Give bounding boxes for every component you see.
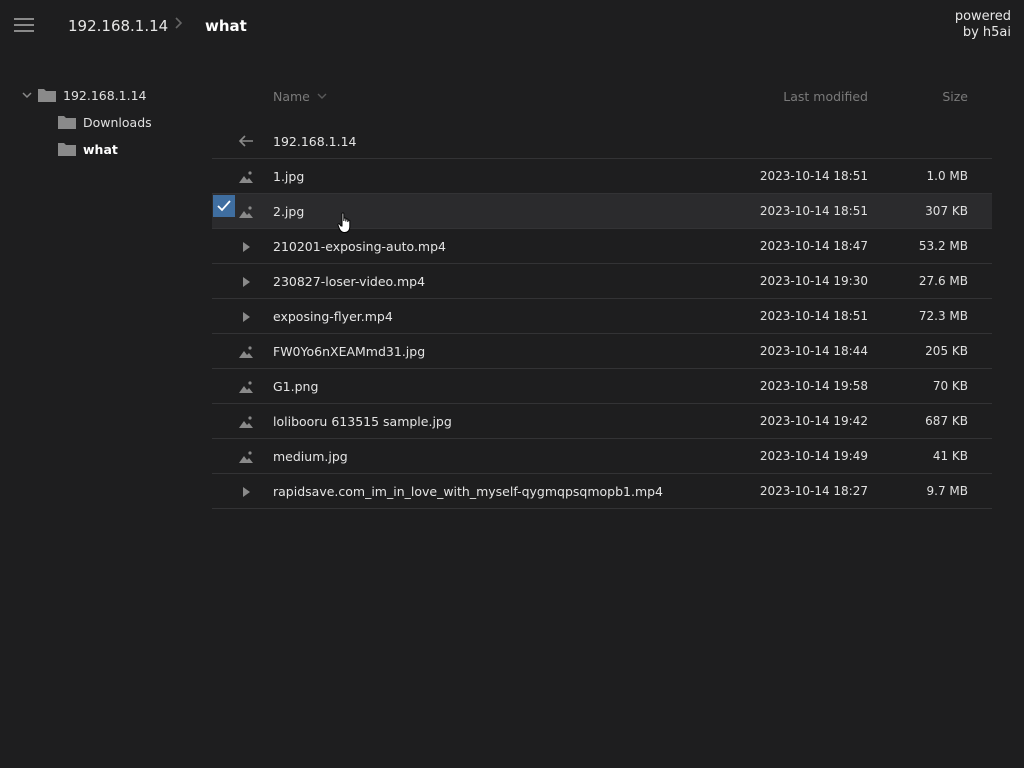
file-modified: 2023-10-14 18:51 bbox=[759, 309, 868, 323]
file-size: 27.6 MB bbox=[918, 274, 968, 288]
tree-item-label: 192.168.1.14 bbox=[63, 87, 147, 103]
file-size: 307 KB bbox=[925, 204, 968, 218]
file-modified: 2023-10-14 18:51 bbox=[759, 169, 868, 183]
tree-item-label: Downloads bbox=[83, 114, 152, 130]
file-name: 1.jpg bbox=[273, 169, 305, 184]
listing-header: Name Last modified Size bbox=[212, 84, 992, 108]
file-modified: 2023-10-14 18:47 bbox=[759, 239, 868, 253]
file-row[interactable]: lolibooru 613515 sample.jpg 2023-10-14 19… bbox=[212, 404, 992, 439]
image-icon bbox=[238, 344, 254, 358]
image-icon bbox=[238, 414, 254, 428]
file-modified: 2023-10-14 18:27 bbox=[759, 484, 868, 498]
hamburger-menu-icon[interactable] bbox=[14, 17, 34, 33]
arrow-left-icon bbox=[238, 135, 253, 147]
chevron-right-icon bbox=[174, 16, 184, 34]
file-row[interactable]: 2.jpg 2023-10-14 18:51 307 KB bbox=[212, 194, 992, 229]
file-name: exposing-flyer.mp4 bbox=[273, 309, 393, 324]
file-row[interactable]: 1.jpg 2023-10-14 18:51 1.0 MB bbox=[212, 159, 992, 194]
play-icon bbox=[238, 274, 254, 288]
file-size: 687 KB bbox=[925, 414, 968, 428]
file-modified: 2023-10-14 19:30 bbox=[759, 274, 868, 288]
folder-icon bbox=[58, 143, 76, 156]
file-modified: 2023-10-14 18:44 bbox=[759, 344, 868, 358]
file-name: lolibooru 613515 sample.jpg bbox=[273, 414, 452, 429]
mouse-hand-cursor-icon bbox=[337, 212, 353, 234]
powered-line-2: by h5ai bbox=[962, 25, 1011, 40]
file-name: rapidsave.com_im_in_love_with_myself-qyg… bbox=[273, 484, 664, 499]
powered-by-link[interactable]: powered by h5ai bbox=[955, 9, 1011, 41]
selected-checkmark-icon[interactable] bbox=[213, 195, 235, 217]
sort-chevron-down-icon[interactable] bbox=[317, 88, 327, 103]
column-header-modified[interactable]: Last modified bbox=[783, 89, 868, 104]
tree-item-what[interactable]: what bbox=[58, 138, 118, 160]
file-modified: 2023-10-14 18:51 bbox=[759, 204, 868, 218]
tree-item-label: what bbox=[83, 141, 118, 157]
file-size: 72.3 MB bbox=[918, 309, 968, 323]
play-icon bbox=[238, 484, 254, 498]
file-row[interactable]: 210201-exposing-auto.mp4 2023-10-14 18:47… bbox=[212, 229, 992, 264]
file-size: 53.2 MB bbox=[918, 239, 968, 253]
file-size: 1.0 MB bbox=[926, 169, 968, 183]
breadcrumb-current[interactable]: what bbox=[205, 17, 247, 35]
file-name: 210201-exposing-auto.mp4 bbox=[273, 239, 446, 254]
tree-item-root[interactable]: 192.168.1.14 bbox=[20, 84, 147, 106]
file-modified: 2023-10-14 19:58 bbox=[759, 379, 868, 393]
breadcrumb-host[interactable]: 192.168.1.14 bbox=[68, 17, 168, 35]
file-row[interactable]: rapidsave.com_im_in_love_with_myself-qyg… bbox=[212, 474, 992, 509]
play-icon bbox=[238, 309, 254, 323]
file-row[interactable]: G1.png 2023-10-14 19:58 70 KB bbox=[212, 369, 992, 404]
file-size: 70 KB bbox=[932, 379, 968, 393]
tree-item-downloads[interactable]: Downloads bbox=[58, 111, 152, 133]
file-size: 9.7 MB bbox=[926, 484, 968, 498]
folder-icon bbox=[58, 116, 76, 129]
file-modified: 2023-10-14 19:49 bbox=[759, 449, 868, 463]
image-icon bbox=[238, 449, 254, 463]
image-icon bbox=[238, 204, 254, 218]
file-row[interactable]: exposing-flyer.mp4 2023-10-14 18:51 72.3 M… bbox=[212, 299, 992, 334]
image-icon bbox=[238, 169, 254, 183]
file-row[interactable]: medium.jpg 2023-10-14 19:49 41 KB bbox=[212, 439, 992, 474]
file-modified: 2023-10-14 19:42 bbox=[759, 414, 868, 428]
topbar: 192.168.1.14 what powered by h5ai bbox=[0, 0, 1024, 54]
file-row[interactable]: 230827-loser-video.mp4 2023-10-14 19:30 27… bbox=[212, 264, 992, 299]
file-name: medium.jpg bbox=[273, 449, 348, 464]
play-icon bbox=[238, 239, 254, 253]
column-header-size[interactable]: Size bbox=[942, 89, 968, 104]
parent-folder-label: 192.168.1.14 bbox=[273, 134, 357, 149]
folder-icon bbox=[38, 89, 56, 102]
column-header-name[interactable]: Name bbox=[273, 89, 310, 104]
image-icon bbox=[238, 379, 254, 393]
chevron-down-icon[interactable] bbox=[20, 88, 34, 102]
file-name: G1.png bbox=[273, 379, 319, 394]
file-row[interactable]: FW0Yo6nXEAMmd31.jpg 2023-10-14 18:44 205 K… bbox=[212, 334, 992, 369]
file-name: 2.jpg bbox=[273, 204, 305, 219]
powered-line-1: powered bbox=[954, 9, 1011, 24]
file-size: 205 KB bbox=[925, 344, 968, 358]
file-name: FW0Yo6nXEAMmd31.jpg bbox=[273, 344, 426, 359]
file-name: 230827-loser-video.mp4 bbox=[273, 274, 426, 289]
file-size: 41 KB bbox=[932, 449, 968, 463]
parent-folder-row[interactable]: 192.168.1.14 bbox=[212, 124, 992, 159]
